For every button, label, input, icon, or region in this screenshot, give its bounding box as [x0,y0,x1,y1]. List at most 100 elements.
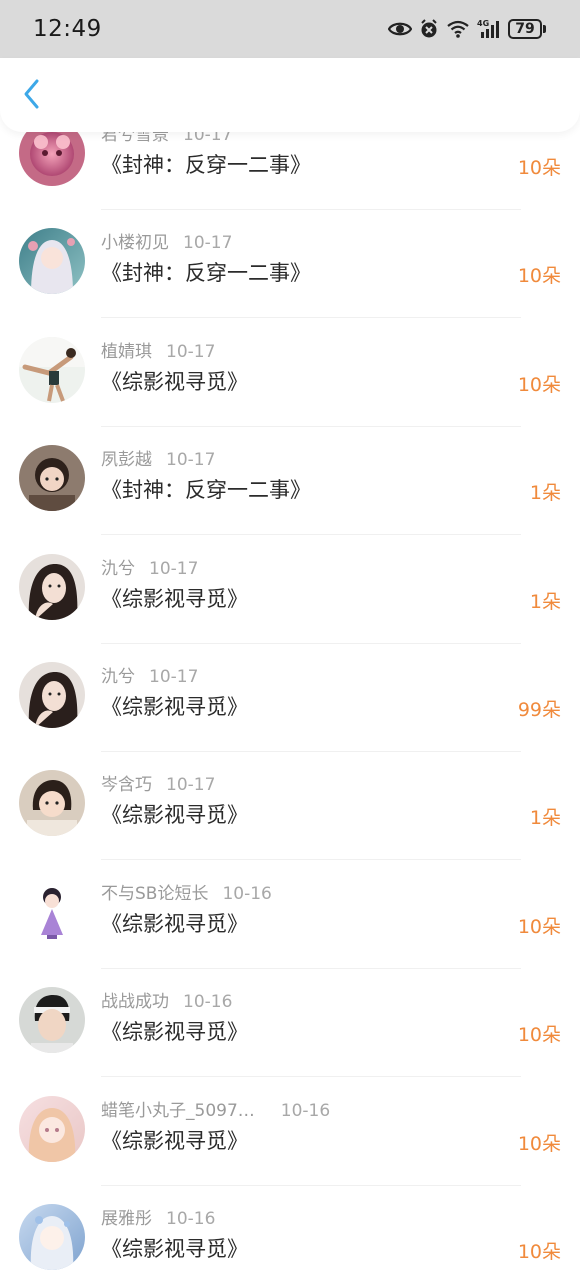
blue-anime-avatar [19,1204,85,1270]
nav-bar [0,58,580,132]
user-name[interactable]: 蜡笔小丸子_5097… [101,1096,255,1121]
list-item[interactable]: 蜡笔小丸子_5097… 10-16 《综影视寻觅》 10朵 [0,1096,580,1206]
flower-amount: 1朵 [529,807,561,829]
user-name[interactable]: 氿兮 [101,662,135,687]
book-title[interactable]: 《封神：反穿一二事》 [101,257,311,287]
book-title[interactable]: 《综影视寻觅》 [101,583,248,613]
avatar[interactable] [19,228,85,294]
list-item[interactable]: 氿兮 10-17 《综影视寻觅》 1朵 [0,554,580,664]
user-meta: 植婧琪 10-17 [101,337,215,362]
list-item[interactable]: 氿兮 10-17 《综影视寻觅》 99朵 [0,662,580,772]
list-item[interactable]: 战战成功 10-16 《综影视寻觅》 10朵 [0,987,580,1097]
user-meta: 不与SB论短长 10-16 [101,879,272,904]
user-name[interactable]: 氿兮 [101,554,135,579]
wifi-icon [446,20,470,38]
reward-date: 10-17 [183,233,233,253]
user-name[interactable]: 不与SB论短长 [101,879,208,904]
anime-girl-avatar [19,228,85,294]
user-meta: 氿兮 10-17 [101,662,198,687]
flower-amount: 10朵 [517,265,561,287]
flower-amount: 1朵 [529,482,561,504]
avatar[interactable] [19,987,85,1053]
alarm-icon [419,19,439,39]
row-divider [101,1185,521,1186]
row-divider [101,1076,521,1077]
signal-icon: 4G [477,19,501,39]
avatar[interactable] [19,445,85,511]
avatar[interactable] [19,879,85,945]
woman-portrait-avatar [19,554,85,620]
flower-amount: 10朵 [517,1241,561,1263]
woman-portrait-avatar [19,662,85,728]
back-button[interactable] [14,78,50,114]
user-name[interactable]: 岑含巧 [101,770,152,795]
user-meta: 蜡笔小丸子_5097… 10-16 [101,1096,330,1121]
avatar[interactable] [19,554,85,620]
row-divider [101,426,521,427]
row-divider [101,859,521,860]
book-title[interactable]: 《综影视寻觅》 [101,1016,248,1046]
flower-amount: 10朵 [517,1024,561,1046]
book-title[interactable]: 《综影视寻觅》 [101,1125,248,1155]
user-meta: 战战成功 10-16 [101,987,232,1012]
list-item[interactable]: 展雅彤 10-16 《综影视寻觅》 10朵 [0,1204,580,1280]
reward-date: 10-16 [166,1209,216,1229]
avatar[interactable] [19,770,85,836]
book-title[interactable]: 《综影视寻觅》 [101,908,248,938]
battery-icon: 79 [508,19,546,39]
flower-amount: 10朵 [517,1133,561,1155]
user-meta: 岑含巧 10-17 [101,770,215,795]
reward-list: 君兮雪景 10-17 《封神：反穿一二事》 10朵 小楼初见 10-17 《封神：反穿一二事… [0,132,580,1280]
user-name[interactable]: 植婧琪 [101,337,152,362]
avatar[interactable] [19,1096,85,1162]
row-divider [101,968,521,969]
row-divider [101,643,521,644]
user-name[interactable]: 小楼初见 [101,228,169,253]
eye-icon [388,20,412,38]
book-title[interactable]: 《综影视寻觅》 [101,1233,248,1263]
list-item[interactable]: 夙彭越 10-17 《封神：反穿一二事》 1朵 [0,445,580,555]
book-title[interactable]: 《综影视寻觅》 [101,691,248,721]
user-meta: 夙彭越 10-17 [101,445,215,470]
flower-amount: 99朵 [517,699,561,721]
reward-date: 10-16 [280,1101,331,1121]
avatar[interactable] [19,662,85,728]
book-title[interactable]: 《综影视寻觅》 [101,799,248,829]
reward-date: 10-17 [149,559,199,579]
dancer-avatar [19,337,85,403]
pastel-anime-avatar [19,1096,85,1162]
flower-amount: 10朵 [517,374,561,396]
network-label: 4G [477,19,489,28]
flower-amount: 10朵 [517,916,561,938]
user-name[interactable]: 夙彭越 [101,445,152,470]
list-item[interactable]: 君兮雪景 10-17 《封神：反穿一二事》 10朵 [0,132,580,230]
avatar[interactable] [19,132,85,186]
row-divider [101,317,521,318]
user-meta: 小楼初见 10-17 [101,228,232,253]
avatar[interactable] [19,337,85,403]
user-meta: 氿兮 10-17 [101,554,198,579]
reward-date: 10-16 [183,992,233,1012]
row-divider [101,534,521,535]
flower-amount: 10朵 [517,157,561,179]
list-item[interactable]: 小楼初见 10-17 《封神：反穿一二事》 10朵 [0,228,580,338]
flower-amount: 1朵 [529,591,561,613]
reward-date: 10-17 [166,450,216,470]
reward-date: 10-16 [222,884,272,904]
list-item[interactable]: 植婧琪 10-17 《综影视寻觅》 10朵 [0,337,580,447]
book-title[interactable]: 《封神：反穿一二事》 [101,474,311,504]
avatar[interactable] [19,1204,85,1270]
user-name[interactable]: 展雅彤 [101,1204,152,1229]
pink-animal-avatar [19,132,85,186]
book-title[interactable]: 《封神：反穿一二事》 [101,149,311,179]
list-item[interactable]: 不与SB论短长 10-16 《综影视寻觅》 10朵 [0,879,580,989]
user-name[interactable]: 君兮雪景 [101,132,169,145]
list-item[interactable]: 岑含巧 10-17 《综影视寻觅》 1朵 [0,770,580,880]
reward-date: 10-17 [166,342,216,362]
book-title[interactable]: 《综影视寻觅》 [101,366,248,396]
child-portrait-avatar [19,770,85,836]
status-bar: 12:49 4G 79 [0,0,580,58]
chibi-character-avatar [19,879,85,945]
status-time: 12:49 [33,16,102,42]
user-name[interactable]: 战战成功 [101,987,169,1012]
